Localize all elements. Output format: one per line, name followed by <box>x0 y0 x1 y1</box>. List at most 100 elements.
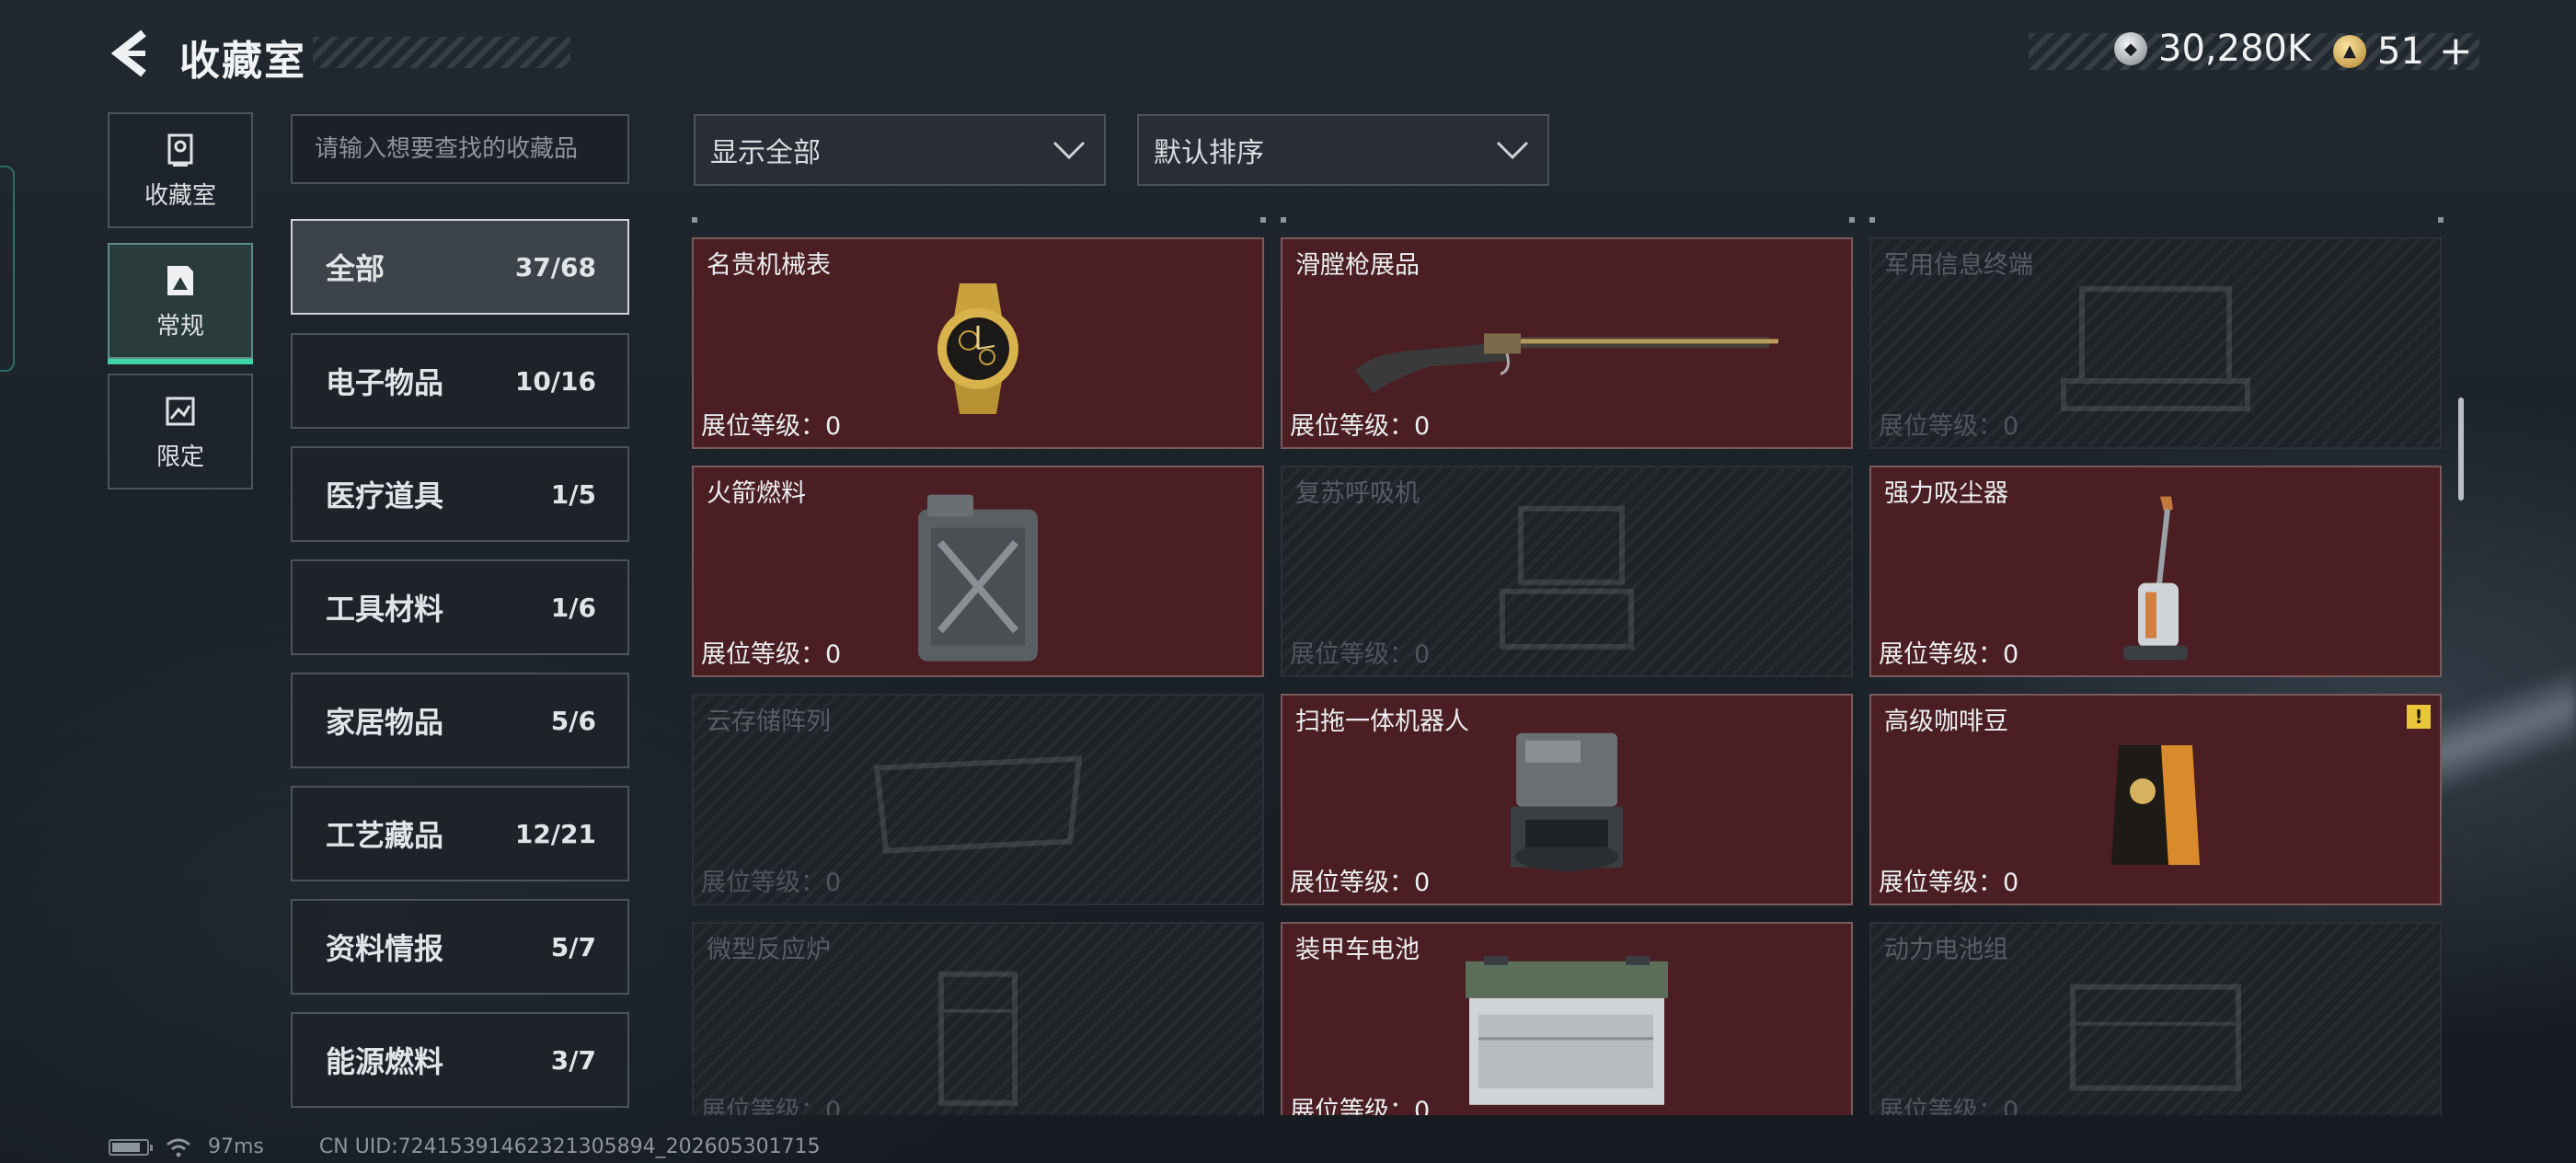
collection-item-card[interactable]: 滑膛枪展品 展位等级：0 <box>1281 237 1853 449</box>
category-count: 5/6 <box>550 705 596 736</box>
item-name: 强力吸尘器 <box>1884 479 2008 508</box>
category-name: 医疗道具 <box>326 478 444 513</box>
vehicle-battery-icon <box>1466 955 1668 1105</box>
collection-item-card[interactable]: 高级咖啡豆 ! 展位等级：0 <box>1869 694 2442 905</box>
collection-room-icon <box>162 131 199 169</box>
mop-robot-icon <box>1511 732 1623 871</box>
wifi-icon <box>167 1138 190 1157</box>
collection-item-card[interactable]: 名贵机械表 展位等级：0 <box>692 237 1264 449</box>
item-name: 复苏呼吸机 <box>1295 479 1420 508</box>
limited-collection-icon <box>162 392 199 431</box>
category-name: 资料情报 <box>326 931 444 966</box>
item-display-level: 展位等级：0 <box>1290 1097 1431 1115</box>
item-display-level: 展位等级：0 <box>701 869 842 897</box>
item-name: 火箭燃料 <box>707 479 806 508</box>
add-currency-button[interactable]: + <box>2439 28 2473 75</box>
item-display-level: 展位等级：0 <box>1879 640 2019 669</box>
category-name: 能源燃料 <box>326 1044 444 1079</box>
item-display-level: 展位等级：0 <box>1879 869 2019 897</box>
back-button[interactable] <box>103 26 158 81</box>
category-energy[interactable]: 能源燃料 3/7 <box>291 1012 629 1108</box>
category-crafts[interactable]: 工艺藏品 12/21 <box>291 786 629 881</box>
item-name: 装甲车电池 <box>1295 936 1420 964</box>
regular-collection-icon <box>162 261 199 300</box>
status-bar: 97ms CN UID:72415391462321305894_2026053… <box>109 1135 821 1158</box>
collection-item-card[interactable]: 军用信息终端 展位等级：0 <box>1869 237 2442 449</box>
item-name: 名贵机械表 <box>707 251 831 280</box>
item-display-level: 展位等级：0 <box>701 412 842 441</box>
battery-icon <box>109 1138 153 1156</box>
category-count: 10/16 <box>514 365 596 397</box>
collection-grid: 名贵机械表 展位等级：0 滑膛枪展品 展位等级：0 军用信息终端 展位等级：0 … <box>692 217 2444 1115</box>
collection-item-card[interactable]: 微型反应炉 展位等级：0 <box>692 922 1264 1115</box>
collection-item-card[interactable]: 扫拖一体机器人 展位等级：0 <box>1281 694 1853 905</box>
gold-currency[interactable]: ▲ 51 + <box>2333 28 2473 75</box>
category-count: 5/7 <box>550 931 596 962</box>
search-input[interactable] <box>291 114 629 184</box>
gold-currency-amount: 51 <box>2377 29 2424 73</box>
filter-dropdown-value: 显示全部 <box>710 137 821 169</box>
collection-item-card[interactable]: 云存储阵列 展位等级：0 <box>692 694 1264 905</box>
tab-collection-room[interactable]: 收藏室 <box>108 112 253 228</box>
grid-scrollbar[interactable] <box>2458 397 2464 501</box>
fuel-canister-icon <box>918 494 1038 662</box>
sort-dropdown-value: 默认排序 <box>1154 137 1264 169</box>
musket-icon <box>1355 333 1778 394</box>
item-name: 军用信息终端 <box>1884 251 2033 280</box>
item-display-level: 展位等级：0 <box>1290 640 1431 669</box>
tab-limited-label: 限定 <box>155 443 204 471</box>
category-count: 12/21 <box>514 818 596 849</box>
filter-dropdown[interactable]: 显示全部 <box>694 114 1106 186</box>
gold-coin-icon: ▲ <box>2333 34 2366 68</box>
military-terminal-icon <box>2061 286 2250 411</box>
category-intel[interactable]: 资料情报 5/7 <box>291 899 629 995</box>
coffee-beans-icon <box>2111 745 2200 865</box>
category-count: 1/6 <box>550 592 596 623</box>
item-name: 动力电池组 <box>1884 936 2008 964</box>
item-display-level: 展位等级：0 <box>1879 412 2019 441</box>
storage-array-icon <box>873 755 1083 854</box>
category-tools[interactable]: 工具材料 1/6 <box>291 559 629 655</box>
user-uid: CN UID:72415391462321305894_202605301715 <box>318 1135 821 1158</box>
ping-value: 97ms <box>208 1135 264 1158</box>
luxury-watch-icon <box>937 283 1018 414</box>
item-name: 云存储阵列 <box>707 708 831 736</box>
category-household[interactable]: 家居物品 5/6 <box>291 673 629 768</box>
silver-currency-amount: 30,280K <box>2158 28 2312 70</box>
category-name: 工具材料 <box>326 592 444 627</box>
warning-badge-icon: ! <box>2407 705 2431 729</box>
page-title: 收藏室 <box>179 38 306 85</box>
collection-item-card[interactable]: 动力电池组 展位等级：0 <box>1869 922 2442 1115</box>
category-name: 家居物品 <box>326 705 444 740</box>
item-name: 高级咖啡豆 <box>1884 708 2008 736</box>
item-display-level: 展位等级：0 <box>701 1097 842 1115</box>
category-name: 工艺藏品 <box>326 818 444 853</box>
sort-dropdown[interactable]: 默认排序 <box>1137 114 1549 186</box>
category-name: 全部 <box>326 251 385 286</box>
back-arrow-icon <box>110 29 146 77</box>
category-all[interactable]: 全部 37/68 <box>291 219 629 315</box>
edge-handle[interactable] <box>0 166 15 372</box>
collection-item-card[interactable]: 复苏呼吸机 展位等级：0 <box>1281 466 1853 677</box>
collection-item-card[interactable]: 火箭燃料 展位等级：0 <box>692 466 1264 677</box>
item-display-level: 展位等级：0 <box>1290 869 1431 897</box>
micro-reactor-icon <box>938 971 1018 1106</box>
tab-regular-label: 常规 <box>155 312 204 340</box>
category-medical[interactable]: 医疗道具 1/5 <box>291 446 629 542</box>
collection-item-card[interactable]: 装甲车电池 展位等级：0 <box>1281 922 1853 1115</box>
chevron-down-icon <box>1496 141 1529 160</box>
item-name: 扫拖一体机器人 <box>1295 708 1469 736</box>
item-display-level: 展位等级：0 <box>1879 1097 2019 1115</box>
category-electronics[interactable]: 电子物品 10/16 <box>291 333 629 429</box>
power-battery-pack-icon <box>2070 984 2241 1091</box>
tab-collection-room-label: 收藏室 <box>144 181 216 210</box>
category-count: 37/68 <box>514 251 596 282</box>
vacuum-cleaner-icon <box>2123 496 2188 661</box>
tab-limited[interactable]: 限定 <box>108 374 253 489</box>
collection-item-card[interactable]: 强力吸尘器 展位等级：0 <box>1869 466 2442 677</box>
silver-currency: ◆ 30,280K <box>2114 28 2311 70</box>
category-count: 3/7 <box>550 1044 596 1076</box>
ventilator-icon <box>1500 505 1634 650</box>
title-decoration <box>313 37 570 68</box>
tab-regular[interactable]: 常规 <box>108 243 253 364</box>
